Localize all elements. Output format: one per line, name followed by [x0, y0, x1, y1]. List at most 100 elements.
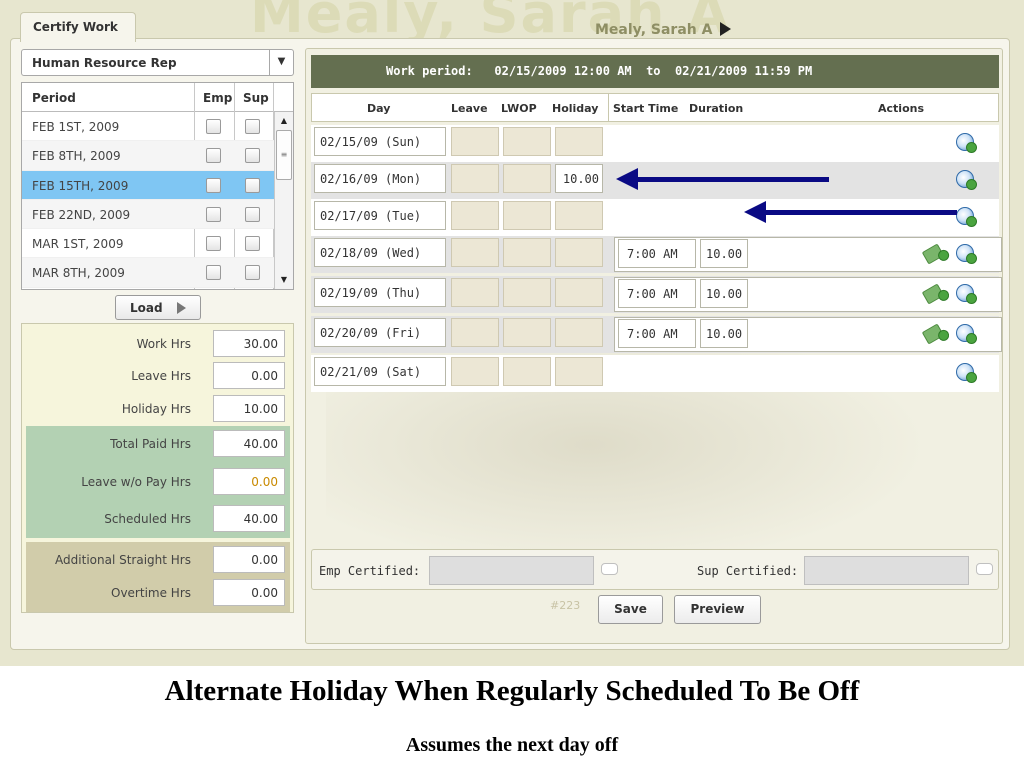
- lwop-field[interactable]: [503, 164, 551, 193]
- start-time-field[interactable]: 7:00 AM: [618, 319, 696, 348]
- period-row[interactable]: MAR 1ST, 2009: [22, 229, 293, 259]
- sup-checkbox[interactable]: [245, 265, 260, 281]
- sup-certified-label: Sup Certified:: [697, 564, 799, 578]
- sup-checkbox[interactable]: [245, 119, 260, 134]
- tab-certify-work[interactable]: Certify Work: [20, 12, 136, 42]
- sup-checkbox[interactable]: [245, 206, 260, 222]
- holiday-field[interactable]: [555, 278, 603, 307]
- hours-value: 40.00: [213, 430, 285, 457]
- start-time-field[interactable]: 7:00 AM: [618, 239, 696, 268]
- role-select-value: Human Resource Rep: [32, 56, 177, 70]
- day-row: 02/18/09 (Wed) 7:00 AM 10.00: [311, 236, 1002, 273]
- add-time-clock-icon[interactable]: [956, 284, 977, 304]
- leave-field[interactable]: [451, 201, 499, 230]
- holiday-field[interactable]: [555, 318, 603, 347]
- day-label: 02/21/09 (Sat): [314, 357, 446, 386]
- leave-field[interactable]: [451, 127, 499, 156]
- save-button[interactable]: Save: [598, 595, 663, 624]
- scroll-up-icon[interactable]: ▲: [275, 112, 293, 130]
- leave-field[interactable]: [451, 278, 499, 307]
- add-time-clock-icon[interactable]: [956, 324, 977, 344]
- day-row: 02/20/09 (Fri) 7:00 AM 10.00: [311, 316, 1002, 353]
- lwop-field[interactable]: [503, 201, 551, 230]
- col-day: Day: [367, 102, 391, 115]
- hours-label: Overtime Hrs: [111, 586, 191, 600]
- annotation-arrow-line: [637, 177, 829, 182]
- sup-header: Sup: [243, 91, 269, 105]
- load-button-label: Load: [130, 301, 163, 315]
- add-time-clock-icon[interactable]: [956, 363, 977, 383]
- employee-navigator[interactable]: Mealy, Sarah A: [595, 22, 732, 38]
- add-time-clock-icon[interactable]: [956, 207, 977, 227]
- duration-field[interactable]: 10.00: [700, 239, 748, 268]
- load-button[interactable]: Load: [115, 295, 201, 320]
- role-select[interactable]: Human Resource Rep ▼: [21, 49, 294, 76]
- period-table-header: Period Emp Sup: [22, 83, 293, 112]
- next-employee-icon[interactable]: [720, 22, 732, 36]
- col-start-time: Start Time: [613, 102, 679, 115]
- start-time-field[interactable]: 7:00 AM: [618, 279, 696, 308]
- leave-field[interactable]: [451, 164, 499, 193]
- period-row[interactable]: FEB 22ND, 2009: [22, 199, 293, 230]
- period-row[interactable]: FEB 8TH, 2009: [22, 141, 293, 171]
- holiday-field[interactable]: [555, 201, 603, 230]
- period-row[interactable]: FEB 15TH, 2009: [22, 170, 293, 200]
- hours-row: Holiday Hrs 10.00: [22, 391, 293, 425]
- holiday-field[interactable]: [555, 127, 603, 156]
- col-lwop: LWOP: [501, 102, 537, 115]
- duration-field[interactable]: 10.00: [700, 319, 748, 348]
- play-icon: [177, 302, 186, 314]
- preview-button[interactable]: Preview: [674, 595, 761, 624]
- period-row[interactable]: MAR 8TH, 2009: [22, 258, 293, 288]
- hours-row: Total Paid Hrs 40.00: [22, 426, 293, 460]
- lwop-field[interactable]: [503, 357, 551, 386]
- sup-certified-field: [804, 556, 969, 585]
- sup-checkbox[interactable]: [245, 177, 260, 193]
- hours-value: 0.00: [213, 362, 285, 389]
- sup-checkbox[interactable]: [245, 148, 260, 164]
- emp-checkbox[interactable]: [206, 177, 221, 193]
- sup-checkbox[interactable]: [245, 236, 260, 252]
- leave-field[interactable]: [451, 357, 499, 386]
- hours-value: 10.00: [213, 395, 285, 422]
- hours-label: Scheduled Hrs: [104, 512, 191, 526]
- period-row[interactable]: FEB 1ST, 2009: [22, 112, 293, 142]
- scroll-down-icon[interactable]: ▼: [275, 271, 293, 289]
- emp-certified-field: [429, 556, 594, 585]
- emp-checkbox[interactable]: [206, 265, 221, 281]
- lwop-field[interactable]: [503, 238, 551, 267]
- emp-checkbox[interactable]: [206, 148, 221, 164]
- comment-icon[interactable]: [976, 563, 993, 575]
- comment-icon[interactable]: [601, 563, 618, 575]
- emp-checkbox[interactable]: [206, 206, 221, 222]
- emp-checkbox[interactable]: [206, 236, 221, 252]
- day-label: 02/20/09 (Fri): [314, 318, 446, 347]
- add-time-clock-icon[interactable]: [956, 170, 977, 190]
- period-label: MAR 1ST, 2009: [32, 237, 124, 252]
- lwop-field[interactable]: [503, 278, 551, 307]
- chevron-down-icon[interactable]: ▼: [269, 50, 293, 75]
- holiday-field[interactable]: 10.00: [555, 164, 603, 193]
- lwop-field[interactable]: [503, 127, 551, 156]
- add-time-clock-icon[interactable]: [956, 244, 977, 264]
- col-leave: Leave: [451, 102, 488, 115]
- certification-bar: Emp Certified: Sup Certified:: [311, 549, 999, 590]
- scroll-thumb[interactable]: ≡: [276, 130, 292, 180]
- add-time-clock-icon[interactable]: [956, 133, 977, 153]
- holiday-field[interactable]: [555, 238, 603, 267]
- period-header: Period: [32, 91, 76, 105]
- day-row: 02/19/09 (Thu) 7:00 AM 10.00: [311, 276, 1002, 313]
- lwop-field[interactable]: [503, 318, 551, 347]
- day-row: 02/15/09 (Sun): [311, 125, 999, 162]
- hours-label: Work Hrs: [136, 337, 191, 351]
- hours-label: Leave Hrs: [131, 369, 191, 383]
- hours-row: Additional Straight Hrs 0.00: [22, 542, 293, 576]
- hours-value: 30.00: [213, 330, 285, 357]
- holiday-field[interactable]: [555, 357, 603, 386]
- emp-checkbox[interactable]: [206, 119, 221, 134]
- hours-row: Leave w/o Pay Hrs 0.00: [22, 464, 293, 498]
- leave-field[interactable]: [451, 238, 499, 267]
- duration-field[interactable]: 10.00: [700, 279, 748, 308]
- period-scrollbar[interactable]: ▲ ≡ ▼: [274, 112, 293, 289]
- leave-field[interactable]: [451, 318, 499, 347]
